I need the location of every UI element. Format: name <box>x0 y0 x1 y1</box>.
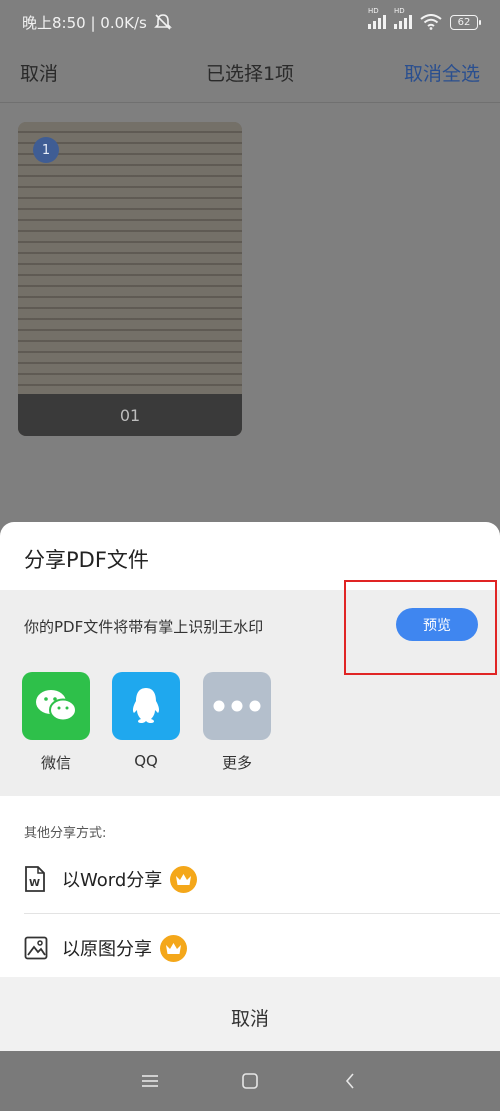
divider <box>0 102 500 103</box>
share-as-word-label: 以Word分享 <box>62 870 163 891</box>
share-as-image-label: 以原图分享 <box>62 939 152 960</box>
wifi-icon <box>420 14 442 30</box>
page-number-label: 01 <box>18 394 242 436</box>
sheet-cancel-button[interactable]: 取消 <box>0 983 500 1051</box>
share-app-more[interactable]: 更多 <box>203 672 271 773</box>
wechat-label: 微信 <box>40 754 71 772</box>
menu-icon[interactable] <box>134 1065 166 1097</box>
mute-icon <box>153 14 172 30</box>
signal-hd-label: HD <box>368 7 379 15</box>
share-app-wechat[interactable]: 微信 <box>22 672 90 773</box>
vip-crown-icon <box>160 934 187 962</box>
top-bar: 取消 已选择1项 取消全选 <box>0 44 500 100</box>
page-thumbnail[interactable]: 1 01 <box>18 122 242 436</box>
signal-icon-2: HD <box>394 7 412 29</box>
qq-icon <box>112 672 180 740</box>
image-icon <box>24 935 48 961</box>
status-time-speed: 晚上8:50 | 0.0K/s <box>22 13 147 32</box>
system-nav-bar <box>0 1051 500 1111</box>
svg-text:W: W <box>29 878 40 889</box>
status-bar: 晚上8:50 | 0.0K/s HD HD 62 <box>0 0 500 44</box>
more-icon <box>203 672 271 740</box>
signal-icon: HD <box>368 7 386 29</box>
signal-hd-label-2: HD <box>394 7 405 15</box>
back-icon[interactable] <box>334 1065 366 1097</box>
share-app-qq[interactable]: QQ <box>112 672 180 770</box>
more-label: 更多 <box>221 754 252 772</box>
cancel-link[interactable]: 取消 <box>20 59 58 86</box>
selection-badge: 1 <box>33 137 59 163</box>
watermark-notice: 你的PDF文件将带有掌上识别王水印 <box>24 618 264 636</box>
sheet-title: 分享PDF文件 <box>24 548 149 572</box>
document-page-preview <box>18 122 242 436</box>
other-share-title: 其他分享方式: <box>24 826 107 841</box>
share-as-word-option[interactable]: W 以Word分享 <box>0 845 500 913</box>
word-doc-icon: W <box>24 866 48 892</box>
highlight-annotation-box <box>344 580 497 675</box>
cancel-select-all-link[interactable]: 取消全选 <box>404 59 480 86</box>
home-icon[interactable] <box>234 1065 266 1097</box>
battery-icon: 62 <box>450 14 481 30</box>
share-as-image-option[interactable]: 以原图分享 <box>0 914 500 982</box>
wechat-icon <box>22 672 90 740</box>
qq-label: QQ <box>134 752 158 770</box>
vip-crown-icon <box>170 865 198 893</box>
